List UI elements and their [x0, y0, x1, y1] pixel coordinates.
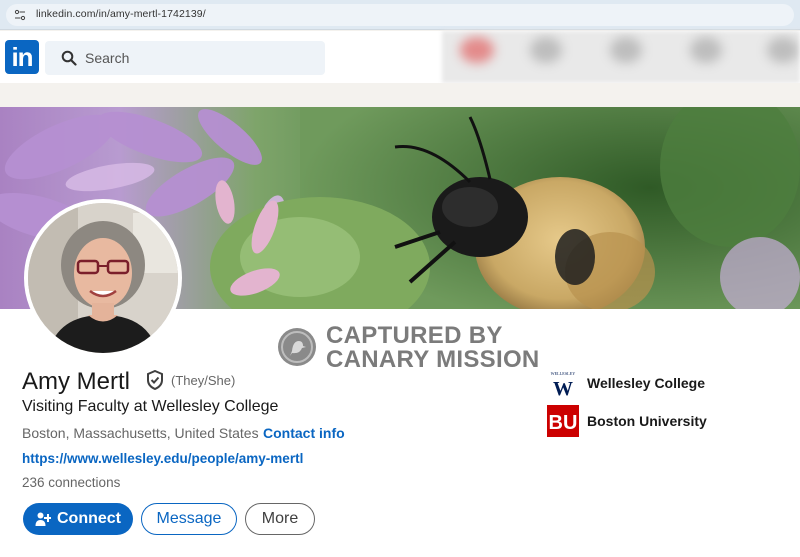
connect-button[interactable]: Connect	[23, 503, 133, 535]
education-item-bu[interactable]: BU Boston University	[547, 404, 707, 438]
linkedin-logo[interactable]: in	[5, 40, 39, 74]
canary-bird-icon	[278, 328, 316, 366]
profile-location: Boston, Massachusetts, United States ·	[22, 425, 267, 441]
education-name: Boston University	[587, 413, 707, 429]
page-gap	[0, 83, 800, 107]
website-link[interactable]: https://www.wellesley.edu/people/amy-mer…	[22, 451, 303, 466]
profile-photo[interactable]	[24, 199, 182, 357]
search-input[interactable]: Search	[45, 41, 325, 75]
location-text: Boston, Massachusetts, United States	[22, 425, 259, 441]
wellesley-logo-wordmark: WELLESLEY	[551, 371, 576, 376]
verified-shield-icon[interactable]	[146, 370, 164, 390]
watermark-line-2: CANARY MISSION	[326, 346, 540, 373]
education-item-wellesley[interactable]: WELLESLEY W Wellesley College	[547, 366, 705, 400]
bu-logo-letters: BU	[549, 412, 578, 434]
profile-headline: Visiting Faculty at Wellesley College	[22, 398, 279, 415]
search-icon	[61, 50, 77, 66]
person-portrait-illustration	[28, 203, 178, 353]
boston-university-logo-icon: BU	[547, 405, 579, 437]
wellesley-logo-letter: W	[553, 378, 573, 399]
profile-name: Amy Mertl	[22, 368, 130, 395]
more-button[interactable]: More	[245, 503, 315, 535]
add-person-icon	[35, 512, 51, 526]
top-nav: in Search	[0, 31, 800, 83]
contact-info-link[interactable]: Contact info	[263, 425, 345, 441]
pronouns: (They/She)	[171, 373, 236, 388]
connect-label: Connect	[57, 510, 121, 527]
search-placeholder: Search	[85, 50, 130, 66]
connections-count[interactable]: 236 connections	[22, 475, 120, 490]
url-text: linkedin.com/in/amy-mertl-1742139/	[36, 8, 206, 20]
blurred-nav-icons	[442, 31, 800, 83]
browser-address-bar: linkedin.com/in/amy-mertl-1742139/	[0, 0, 800, 30]
wellesley-logo-icon: WELLESLEY W	[547, 367, 579, 399]
more-label: More	[261, 510, 299, 527]
url-field[interactable]: linkedin.com/in/amy-mertl-1742139/	[6, 4, 794, 26]
education-name: Wellesley College	[587, 375, 706, 391]
message-label: Message	[156, 510, 222, 527]
message-button[interactable]: Message	[141, 503, 237, 535]
site-info-icon[interactable]	[14, 9, 26, 21]
